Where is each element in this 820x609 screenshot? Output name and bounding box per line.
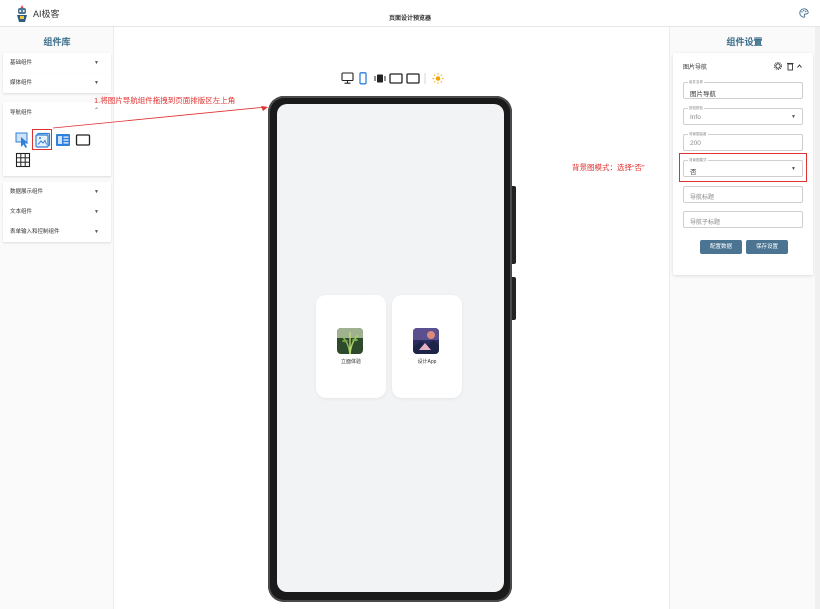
- caret-down-icon: ▼: [94, 209, 99, 215]
- image-nav-card[interactable]: 立面体验: [316, 295, 386, 398]
- annotation-arrow: [52, 106, 268, 129]
- accordion-form-components[interactable]: 表单输入和控制组件 ▼: [3, 222, 111, 242]
- button-color-select[interactable]: 按钮颜色 Info ▼: [683, 106, 803, 125]
- theme-sun-icon[interactable]: [432, 73, 444, 84]
- caret-down-icon: ▼: [791, 114, 796, 120]
- accordion-label: 表单输入和控制组件: [10, 229, 60, 235]
- trash-icon[interactable]: [787, 62, 794, 71]
- annotation-step2: 背景图模式：选择“否”: [572, 163, 645, 172]
- accordion-label: 数据展示组件: [10, 189, 44, 195]
- phone-screen-canvas[interactable]: [277, 104, 504, 592]
- laptop-icon[interactable]: [406, 73, 420, 84]
- field-placeholder: 导航标题: [690, 195, 715, 201]
- card-label: 设计App: [417, 359, 437, 365]
- field-label: 背景图高度: [688, 132, 708, 137]
- gear-icon[interactable]: [774, 62, 782, 70]
- accordion-text-components[interactable]: 文本组件 ▼: [3, 202, 111, 222]
- config-data-button[interactable]: 配置数据: [700, 240, 742, 254]
- card-actions: [774, 62, 802, 71]
- desktop-icon[interactable]: [341, 72, 354, 84]
- accordion-label: 文本组件: [10, 209, 33, 215]
- accordion-label: 导航组件: [10, 110, 33, 116]
- space-thumbnail-image: [413, 328, 439, 354]
- palette-icon[interactable]: [799, 8, 809, 18]
- caret-down-icon: ▼: [94, 189, 99, 195]
- mobile-icon[interactable]: [359, 72, 367, 85]
- field-value: 200: [690, 140, 701, 147]
- nav-title-input[interactable]: 导航标题: [683, 186, 803, 203]
- accordion-basic-components[interactable]: 基础组件 ▼: [3, 53, 111, 73]
- highlight-bg-mode: [679, 153, 807, 182]
- nav-subtitle-input[interactable]: 导航子标题: [683, 211, 803, 228]
- caret-down-icon: ▼: [94, 229, 99, 235]
- tablet-icon[interactable]: [389, 73, 403, 84]
- page-title: 页面设计预览器: [388, 16, 431, 22]
- caret-down-icon: ▼: [94, 60, 99, 66]
- card-label: 立面体验: [340, 359, 361, 365]
- library-title: 组件库: [43, 37, 71, 47]
- field-placeholder: 导航子标题: [690, 220, 721, 226]
- cursor-nav-icon[interactable]: [15, 132, 31, 148]
- accordion-label: 基础组件: [10, 60, 33, 66]
- accordion-data-display-components[interactable]: 数据展示组件 ▼: [3, 182, 111, 202]
- field-value: 图片导航: [690, 91, 716, 98]
- settings-card-title: 图片导航: [683, 65, 708, 71]
- field-label: 组件名称: [688, 80, 704, 85]
- frame-nav-icon[interactable]: [75, 132, 91, 148]
- plant-thumbnail-image: [337, 328, 363, 354]
- component-name-field[interactable]: 组件名称 图片导航: [683, 80, 803, 99]
- bg-height-field[interactable]: 背景图高度 200: [683, 132, 803, 151]
- tablet-flip-icon[interactable]: [374, 74, 386, 83]
- accordion-label: 媒体组件: [10, 80, 33, 86]
- save-settings-button[interactable]: 保存设置: [746, 240, 788, 254]
- chevron-up-icon[interactable]: [797, 64, 802, 68]
- field-value: Info: [690, 114, 701, 121]
- caret-down-icon: ▼: [94, 80, 99, 86]
- field-label: 按钮颜色: [688, 106, 704, 111]
- top-bar: AI极客 页面设计预览器: [0, 0, 820, 27]
- settings-title: 组件设置: [726, 37, 763, 47]
- highlight-image-nav: [32, 129, 52, 150]
- accordion-media-components[interactable]: 媒体组件 ▼: [3, 73, 111, 93]
- card-nav-icon[interactable]: [55, 132, 71, 148]
- scrollbar[interactable]: [815, 27, 820, 609]
- device-toolbar: [341, 72, 444, 85]
- image-nav-card[interactable]: 设计App: [392, 295, 462, 398]
- grid-nav-icon[interactable]: [15, 152, 31, 168]
